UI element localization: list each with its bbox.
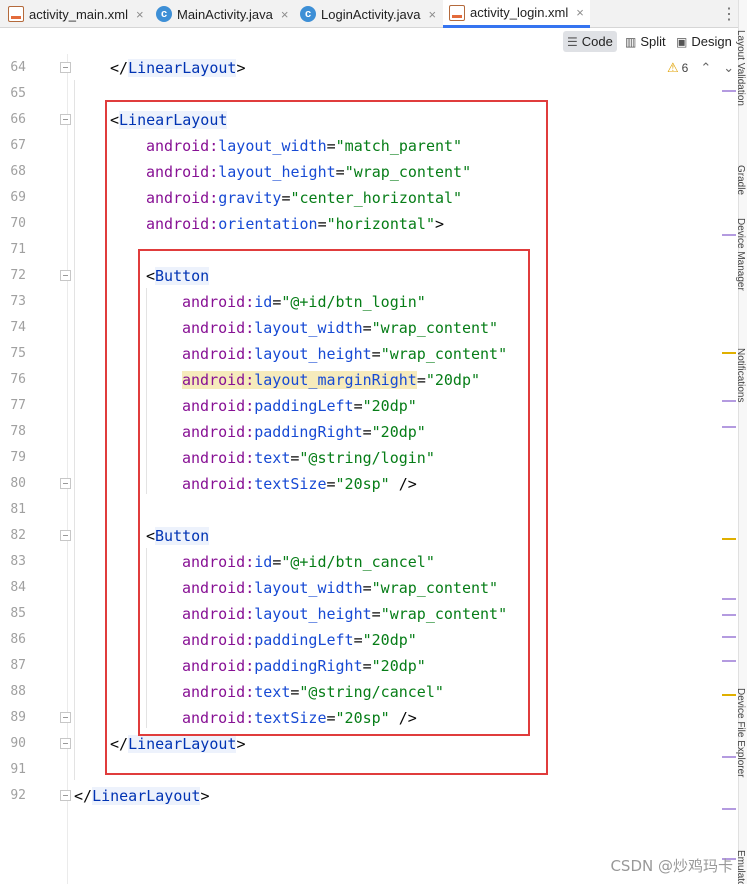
device-file-explorer-tab[interactable]: Device File Explorer <box>735 688 746 777</box>
line-number: 80 <box>10 476 26 491</box>
line-number: 73 <box>10 294 26 309</box>
split-view-label: Split <box>640 34 666 49</box>
design-view-button[interactable]: ▣ Design <box>672 31 736 52</box>
line-number: 85 <box>10 606 26 621</box>
close-icon[interactable]: × <box>136 7 144 22</box>
line-number: 67 <box>10 138 26 153</box>
java-class-icon: c <box>156 6 172 22</box>
tab-login-activity-java[interactable]: c LoginActivity.java × <box>300 0 436 28</box>
line-number: 92 <box>10 788 26 803</box>
chevron-up-icon[interactable]: ⌃ <box>700 60 711 76</box>
line-number-gutter: 64 65 66 67 68 69 70 71 72 73 74 75 76 7… <box>0 54 71 884</box>
xml-file-icon <box>449 4 465 21</box>
line-number: 76 <box>10 372 26 387</box>
line-number: 90 <box>10 736 26 751</box>
stripe-marker <box>722 756 736 758</box>
line-number: 91 <box>10 762 26 777</box>
tab-activity-main-xml[interactable]: activity_main.xml × <box>8 0 144 28</box>
close-icon[interactable]: × <box>281 7 289 22</box>
stripe-marker <box>722 614 736 616</box>
close-icon[interactable]: × <box>576 5 584 20</box>
java-class-icon: c <box>300 6 316 22</box>
xml-tag-name: LinearLayout <box>92 787 201 805</box>
split-view-icon: ▥ <box>625 34 637 49</box>
line-number: 83 <box>10 554 26 569</box>
inner-highlight-box <box>138 249 530 736</box>
stripe-marker <box>722 90 736 92</box>
notifications-tab[interactable]: Notifications <box>735 348 746 402</box>
tab-main-activity-java[interactable]: c MainActivity.java × <box>156 0 288 28</box>
design-view-label: Design <box>691 34 732 49</box>
line-number: 78 <box>10 424 26 439</box>
line-number: 66 <box>10 112 26 127</box>
design-view-icon: ▣ <box>676 34 688 49</box>
line-number: 68 <box>10 164 26 179</box>
stripe-marker <box>722 234 736 236</box>
code-view-icon: ☰ <box>567 34 578 49</box>
split-view-button[interactable]: ▥ Split <box>621 31 670 52</box>
line-number: 81 <box>10 502 26 517</box>
line-number: 75 <box>10 346 26 361</box>
tab-label: activity_main.xml <box>29 6 128 22</box>
line-number: 82 <box>10 528 26 543</box>
line-number: 86 <box>10 632 26 647</box>
stripe-marker <box>722 598 736 600</box>
line-number: 77 <box>10 398 26 413</box>
stripe-marker <box>722 400 736 402</box>
code-view-label: Code <box>581 34 613 49</box>
line-number: 84 <box>10 580 26 595</box>
tab-label: MainActivity.java <box>177 6 273 22</box>
line-number: 88 <box>10 684 26 699</box>
stripe-marker <box>722 426 736 428</box>
code-view-button[interactable]: ☰ Code <box>563 31 617 52</box>
warning-count: 6 <box>681 61 689 75</box>
line-number: 74 <box>10 320 26 335</box>
tab-label: LoginActivity.java <box>321 6 421 22</box>
line-number: 64 <box>10 60 26 75</box>
xml-file-icon <box>8 6 24 22</box>
layout-validation-tab[interactable]: Layout Validation <box>735 30 746 106</box>
indent-guide <box>74 80 75 780</box>
line-number: 65 <box>10 86 26 101</box>
device-manager-tab[interactable]: Device Manager <box>735 218 746 291</box>
stripe-marker <box>722 694 736 696</box>
editor-tab-bar: activity_main.xml × c MainActivity.java … <box>0 0 747 28</box>
stripe-marker <box>722 808 736 810</box>
tab-activity-login-xml[interactable]: activity_login.xml × <box>443 0 590 28</box>
gradle-tab[interactable]: Gradle <box>735 165 746 195</box>
stripe-marker <box>722 660 736 662</box>
xml-tag-name: LinearLayout <box>128 59 237 77</box>
stripe-marker <box>722 538 736 540</box>
line-number: 79 <box>10 450 26 465</box>
close-icon[interactable]: × <box>428 7 436 22</box>
code-line: </LinearLayout> <box>110 59 246 77</box>
line-number: 69 <box>10 190 26 205</box>
stripe-marker <box>722 636 736 638</box>
watermark: CSDN @炒鸡玛卡 <box>610 857 733 875</box>
line-number: 87 <box>10 658 26 673</box>
line-number: 72 <box>10 268 26 283</box>
stripe-marker <box>722 352 736 354</box>
warning-icon: ⚠ <box>667 60 679 75</box>
line-number: 89 <box>10 710 26 725</box>
code-line: </LinearLayout> <box>74 787 210 805</box>
line-number: 70 <box>10 216 26 231</box>
view-mode-toolbar: ☰ Code ▥ Split ▣ Design <box>0 28 747 54</box>
line-number: 71 <box>10 242 26 257</box>
more-options-icon[interactable]: ⋮ <box>721 4 737 24</box>
right-tool-window-bar: Layout Validation Gradle Device Manager … <box>735 0 747 884</box>
tab-label: activity_login.xml <box>470 5 569 20</box>
emulator-tab[interactable]: Emulator <box>735 850 746 884</box>
